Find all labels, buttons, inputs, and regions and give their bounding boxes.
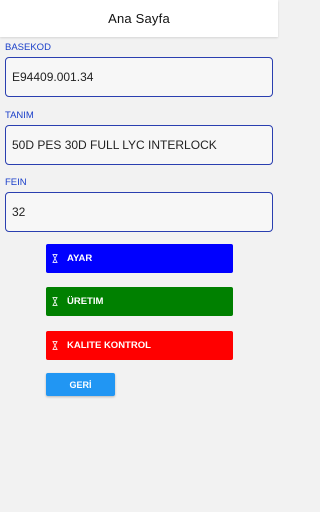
- tanim-value: 50D PES 30D FULL LYC INTERLOCK: [12, 138, 217, 152]
- uretim-button-label: ÜRETIM: [67, 296, 104, 307]
- tanim-field[interactable]: 50D PES 30D FULL LYC INTERLOCK: [5, 125, 273, 165]
- app-header: Ana Sayfa: [0, 0, 278, 37]
- fein-value: 32: [12, 205, 26, 219]
- back-button[interactable]: GERİ: [46, 373, 115, 396]
- fein-label: FEIN: [5, 177, 27, 188]
- basekod-field[interactable]: E94409.001.34: [5, 57, 273, 97]
- kalite-kontrol-button-label: KALITE KONTROL: [67, 340, 151, 351]
- tanim-label: TANIM: [5, 110, 34, 121]
- ayar-button[interactable]: AYAR: [46, 244, 233, 273]
- fein-field[interactable]: 32: [5, 192, 273, 232]
- kalite-kontrol-button[interactable]: KALITE KONTROL: [46, 331, 233, 360]
- app-screen: Ana Sayfa BASEKOD E94409.001.34 TANIM 50…: [0, 0, 278, 512]
- hourglass-icon: [52, 254, 58, 263]
- ayar-button-label: AYAR: [67, 253, 93, 264]
- uretim-button[interactable]: ÜRETIM: [46, 287, 233, 316]
- page-title: Ana Sayfa: [108, 11, 170, 26]
- basekod-label: BASEKOD: [5, 42, 51, 53]
- back-button-label: GERİ: [69, 379, 92, 390]
- hourglass-icon: [52, 297, 58, 306]
- hourglass-icon: [52, 341, 58, 350]
- basekod-value: E94409.001.34: [12, 70, 94, 84]
